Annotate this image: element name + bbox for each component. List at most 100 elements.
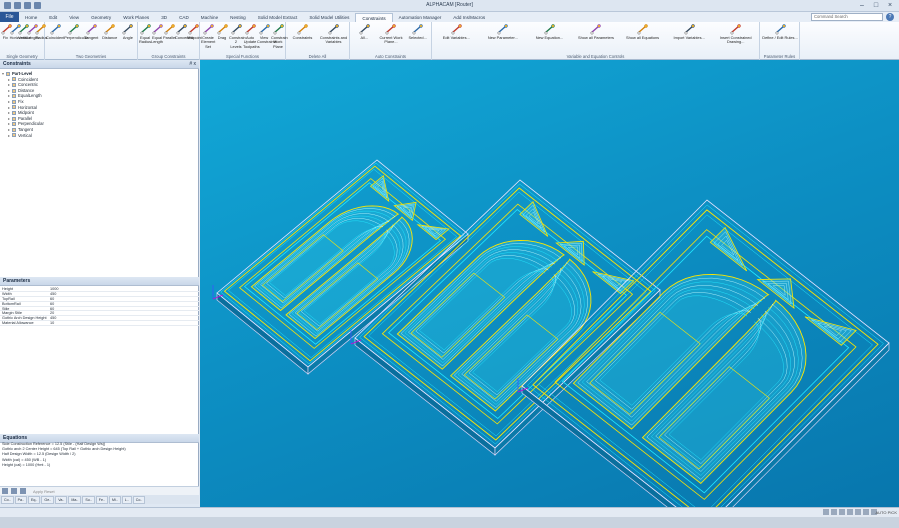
parameter-value[interactable]: 60 <box>50 297 54 301</box>
ribbon-button[interactable]: Auto Update Toolpaths <box>243 24 260 49</box>
parameter-value[interactable]: 450 <box>50 316 56 320</box>
ribbon-button[interactable]: Edit Variables... <box>433 24 480 40</box>
ribbon-button[interactable]: Parallel <box>163 24 176 40</box>
ribbon-tab[interactable]: 3D <box>155 13 173 22</box>
parameter-value[interactable]: 1000 <box>50 287 58 291</box>
snap-icon[interactable] <box>823 509 829 515</box>
edit-equation-icon[interactable] <box>20 488 26 494</box>
panel-tab[interactable]: Va.. <box>55 495 68 504</box>
ribbon-button[interactable]: Show all Parameters <box>573 24 620 40</box>
ribbon-button[interactable]: Constraints <box>287 24 318 40</box>
ribbon-button[interactable]: Perpendicular <box>64 24 88 40</box>
panel-tab[interactable]: Fe.. <box>95 495 108 504</box>
parameter-value[interactable]: 10 <box>50 321 54 325</box>
panel-tab[interactable]: Mi.. <box>108 495 121 504</box>
ribbon-tab[interactable]: Constraints <box>355 13 393 22</box>
ribbon-button[interactable]: Drag <box>215 24 229 40</box>
ribbon-tab[interactable]: Nesting <box>224 13 252 22</box>
ribbon-button[interactable]: All... <box>351 24 378 40</box>
graphics-viewport[interactable] <box>200 60 899 528</box>
ribbon-tab[interactable]: Home <box>19 13 43 22</box>
ribbon-tab[interactable]: View <box>63 13 85 22</box>
panel-tab[interactable]: Ge.. <box>41 495 55 504</box>
constraint-tool-icon <box>122 24 134 35</box>
ribbon-button[interactable]: Radius <box>35 24 48 40</box>
panel-tab[interactable]: L.. <box>121 495 132 504</box>
ribbon-tab[interactable]: Geometry <box>85 13 117 22</box>
zoom-icon[interactable] <box>855 509 861 515</box>
maximize-icon[interactable]: □ <box>869 1 883 10</box>
ribbon-group-label: Variable and Equation Controls <box>566 54 625 59</box>
ribbon-tab[interactable]: Machine <box>195 13 224 22</box>
ribbon-button[interactable]: Angle <box>119 24 137 40</box>
constraint-tool-icon <box>259 24 270 35</box>
ribbon-button[interactable]: Insert Constrained Drawing... <box>712 24 759 45</box>
panel-tab[interactable]: Su.. <box>82 495 95 504</box>
ribbon-button[interactable]: Constrain Work Plane <box>271 24 288 49</box>
panel-tab[interactable]: Eq.. <box>28 495 41 504</box>
constraint-tool-icon <box>231 24 242 35</box>
file-menu[interactable]: File <box>0 12 19 22</box>
command-search-input[interactable]: Command Search <box>811 13 883 21</box>
equation-row[interactable]: Height (cal) = 1000 (Hmt - 1) <box>0 463 199 468</box>
ribbon-tab[interactable]: Automation Manager <box>393 13 448 22</box>
constraint-tool-icon <box>273 24 284 35</box>
ribbon-button[interactable]: Equal Length <box>151 24 163 45</box>
parameter-value[interactable]: 60 <box>50 307 54 311</box>
ribbon-button[interactable]: Constraints and Variables <box>318 24 349 45</box>
tree-item[interactable]: ▸ Vertical <box>2 133 192 139</box>
grid-icon[interactable] <box>831 509 837 515</box>
ribbon-tab[interactable]: Work Planes <box>117 13 155 22</box>
ribbon-button[interactable]: View Constraints <box>257 24 277 45</box>
constraint-tool-icon <box>164 24 175 35</box>
ribbon-button[interactable]: Midpoint <box>187 24 202 40</box>
ribbon-button[interactable]: Constrain 2 Levels <box>229 24 246 49</box>
ribbon-tab[interactable]: Edit <box>43 13 63 22</box>
panel-tab[interactable]: Co.. <box>1 495 14 504</box>
parameter-value[interactable]: 60 <box>50 302 54 306</box>
ribbon-button-label: Edit Variables... <box>442 35 470 40</box>
ribbon-tab[interactable]: CAD <box>173 13 195 22</box>
delete-equation-icon[interactable] <box>11 488 17 494</box>
ribbon-group: Delete All Constraints Constraints and Var… <box>286 22 350 60</box>
parameter-row[interactable]: Material Allowance 10 <box>0 321 199 327</box>
ribbon-button[interactable]: Tangent <box>82 24 100 40</box>
ribbon-button[interactable]: New Parameter... <box>480 24 527 40</box>
ribbon-button[interactable]: Equal Radius <box>139 24 151 45</box>
ribbon-button[interactable]: Show all Equations <box>619 24 666 40</box>
panel-tab[interactable]: Pa.. <box>14 495 27 504</box>
ribbon-button[interactable]: Horizontal <box>10 24 27 40</box>
close-icon[interactable]: × <box>883 1 897 10</box>
ribbon-button[interactable]: Current Work Plane... <box>378 24 405 45</box>
ribbon-button[interactable]: New Equation... <box>526 24 573 40</box>
layer-icon[interactable] <box>847 509 853 515</box>
ribbon-tab[interactable]: Add Ins/Macros <box>447 13 491 22</box>
apply-reset-label[interactable]: Apply Reset <box>33 489 55 494</box>
panel-pin-close-icon[interactable]: # x <box>189 60 196 69</box>
panel-tab[interactable]: Co.. <box>132 495 146 504</box>
ribbon-button[interactable]: Vertical <box>18 24 31 40</box>
ribbon-button[interactable]: Import Variables... <box>666 24 713 40</box>
help-icon[interactable]: ? <box>886 13 894 21</box>
ribbon-button[interactable]: Define / Edit Rules... <box>761 24 799 40</box>
ortho-icon[interactable] <box>839 509 845 515</box>
ribbon-group: Group Constraints Equal Radius Equal Lengt… <box>138 22 202 60</box>
ribbon-button[interactable]: Fix <box>1 24 12 40</box>
ribbon-button[interactable]: Length <box>27 24 39 40</box>
ribbon-button[interactable]: Concentric <box>175 24 194 40</box>
ribbon-button[interactable]: Distance <box>101 24 119 40</box>
add-equation-icon[interactable] <box>2 488 8 494</box>
minimize-icon[interactable]: – <box>855 1 869 10</box>
ribbon-button[interactable]: Coincident <box>46 24 64 40</box>
view-icon[interactable] <box>863 509 869 515</box>
ribbon-button[interactable]: Selected... <box>404 24 431 40</box>
ribbon-button-label: All... <box>360 35 369 40</box>
ribbon-tab[interactable]: Solid Model Utilities <box>303 13 355 22</box>
ribbon-button[interactable]: Create Element Set <box>201 24 215 49</box>
window-title: ALPHACAM [Router] <box>426 2 473 8</box>
ribbon-tab[interactable]: Solid Model Extract <box>252 13 304 22</box>
panel-tab[interactable]: Ma.. <box>68 495 82 504</box>
ribbon-group: Single Geometry Fix Horizontal Vertical Leng… <box>0 22 48 60</box>
parameter-value[interactable]: 450 <box>50 292 56 296</box>
parameter-value[interactable]: 20 <box>50 311 54 315</box>
